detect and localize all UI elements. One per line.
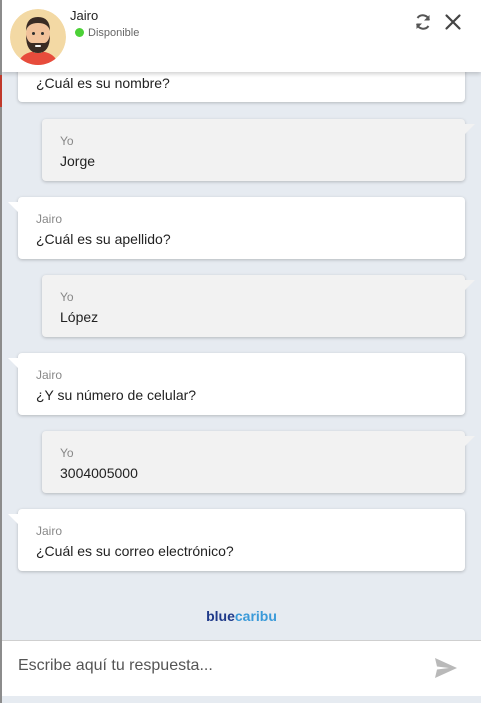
message-bubble-user: Yo López — [42, 275, 475, 337]
message-bubble-user: Yo 3004005000 — [42, 431, 475, 493]
chat-header: Jairo Disponible — [2, 0, 481, 72]
refresh-button[interactable] — [413, 12, 433, 32]
message-text: Jorge — [60, 153, 96, 169]
message-text: ¿Y su número de celular? — [36, 387, 197, 403]
message-bubble-agent: Jairo ¿Cuál es su correo electrónico? — [8, 509, 465, 571]
message-text: ¿Cuál es su correo electrónico? — [36, 543, 234, 559]
refresh-icon — [416, 14, 430, 30]
send-button[interactable] — [434, 657, 458, 679]
message-sender: Jairo — [36, 212, 63, 226]
brand-logo-part1: blue — [206, 608, 235, 624]
brand-logo-part2: caribu — [234, 608, 277, 624]
message-bubble-user: Yo Jorge — [42, 119, 475, 181]
brand-logo: bluecaribu — [2, 608, 481, 624]
composer — [2, 640, 481, 697]
chat-widget: Jairo Disponible ¿Cuál es su nombre? Yo … — [2, 0, 481, 703]
status-dot-icon — [75, 28, 84, 37]
bubble-tail — [465, 124, 475, 134]
agent-avatar — [10, 9, 66, 65]
message-sender: Yo — [60, 134, 74, 148]
message-text: 3004005000 — [60, 465, 138, 481]
agent-name: Jairo — [70, 8, 99, 23]
agent-status: Disponible — [88, 27, 140, 39]
bottom-strip — [2, 696, 481, 703]
message-text: ¿Cuál es su nombre? — [36, 75, 170, 91]
message-text: López — [60, 309, 99, 325]
bubble-tail — [465, 280, 475, 290]
message-sender: Yo — [60, 290, 74, 304]
message-sender: Yo — [60, 446, 74, 460]
reply-input[interactable] — [16, 651, 420, 681]
bubble-tail — [8, 358, 18, 368]
message-sender: Jairo — [36, 524, 63, 538]
message-sender: Jairo — [36, 368, 63, 382]
bubble-tail — [8, 202, 18, 212]
send-icon — [435, 658, 457, 678]
message-bubble-agent: Jairo ¿Cuál es su apellido? — [8, 197, 465, 259]
message-bubble-agent: Jairo ¿Y su número de celular? — [8, 353, 465, 415]
close-icon — [445, 14, 461, 30]
close-button[interactable] — [443, 12, 463, 32]
bubble-tail — [8, 514, 18, 524]
bubble-tail — [465, 436, 475, 446]
message-text: ¿Cuál es su apellido? — [36, 231, 171, 247]
